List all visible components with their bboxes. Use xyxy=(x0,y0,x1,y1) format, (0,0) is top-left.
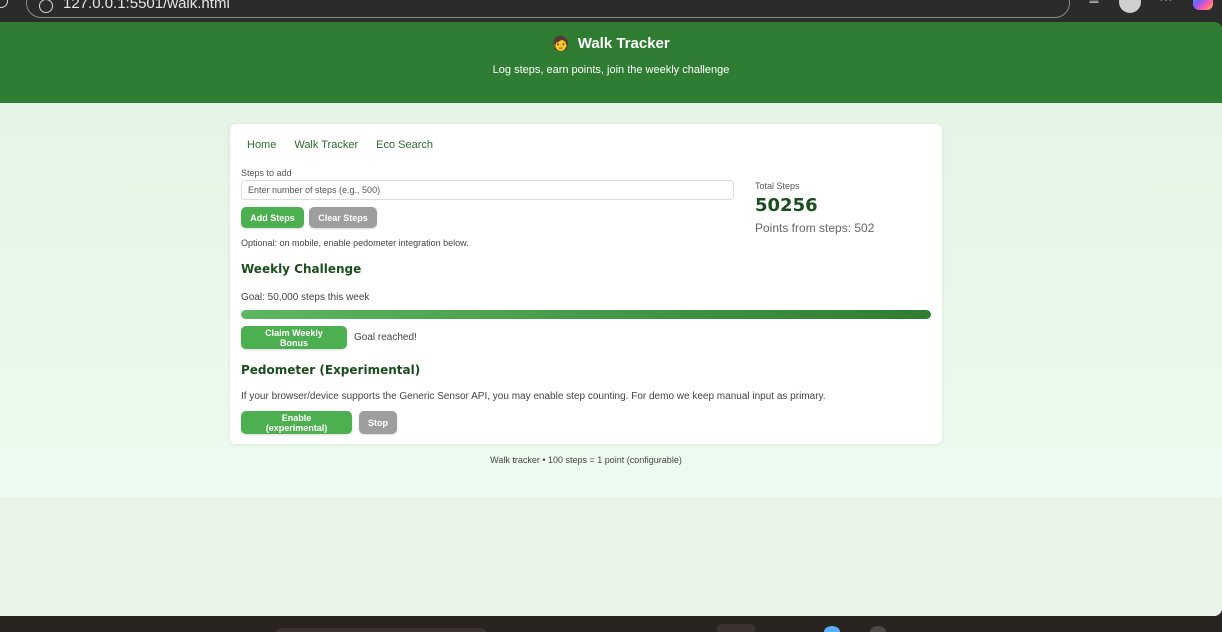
weekly-goal-text: Goal: 50,000 steps this week xyxy=(241,292,370,303)
taskbar-app-icon[interactable] xyxy=(824,626,840,632)
browser-toolbar: 127.0.0.1:5501/walk.html ⌕ A ☆ ≡ ⋯ xyxy=(0,0,1222,22)
taskbar-app-icon[interactable] xyxy=(870,626,886,632)
total-steps-label: Total Steps xyxy=(755,181,800,191)
goal-status-text: Goal reached! xyxy=(354,332,417,343)
weekly-challenge-heading: Weekly Challenge xyxy=(241,262,362,276)
nav-walk-tracker[interactable]: Walk Tracker xyxy=(294,139,358,151)
steps-label: Steps to add xyxy=(241,168,292,178)
steps-input[interactable] xyxy=(241,180,734,200)
pedometer-heading: Pedometer (Experimental) xyxy=(241,363,421,377)
site-header: 🧑 Walk Tracker Log steps, earn points, jo… xyxy=(0,22,1222,103)
favorites-list-icon[interactable]: ≡ xyxy=(1086,0,1102,8)
tracker-card: Home Walk Tracker Eco Search Steps to ad… xyxy=(230,124,942,444)
nav-menu: Home Walk Tracker Eco Search xyxy=(247,139,451,151)
taskbar-search-box[interactable] xyxy=(275,628,487,632)
taskbar xyxy=(0,616,1222,632)
footer-note: Walk tracker • 100 steps = 1 point (conf… xyxy=(490,455,682,465)
walking-person-icon: 🧑 xyxy=(552,35,570,51)
url-text[interactable]: 127.0.0.1:5501/walk.html xyxy=(63,0,230,12)
weekly-progress-bar xyxy=(241,310,931,319)
profile-avatar[interactable] xyxy=(1119,0,1141,13)
copilot-icon[interactable] xyxy=(1193,0,1213,10)
total-steps-value: 50256 xyxy=(755,195,818,216)
page-viewport: 🧑 Walk Tracker Log steps, earn points, jo… xyxy=(0,22,1222,616)
clear-steps-button[interactable]: Clear Steps xyxy=(309,207,377,228)
site-info-icon[interactable] xyxy=(39,0,53,13)
stop-pedometer-button[interactable]: Stop xyxy=(359,411,397,434)
nav-home[interactable]: Home xyxy=(247,139,276,151)
nav-eco-search[interactable]: Eco Search xyxy=(376,139,433,151)
address-bar[interactable]: 127.0.0.1:5501/walk.html ⌕ A ☆ xyxy=(26,0,1070,18)
site-title: 🧑 Walk Tracker xyxy=(0,22,1222,52)
claim-weekly-bonus-button[interactable]: Claim Weekly Bonus xyxy=(241,326,347,349)
add-steps-button[interactable]: Add Steps xyxy=(241,207,304,228)
points-from-steps: Points from steps: 502 xyxy=(755,221,875,235)
optional-note: Optional: on mobile, enable pedometer in… xyxy=(241,238,469,248)
reload-icon[interactable] xyxy=(0,0,8,8)
more-menu-icon[interactable]: ⋯ xyxy=(1158,0,1174,8)
site-subtitle: Log steps, earn points, join the weekly … xyxy=(492,64,730,76)
pedometer-note: If your browser/device supports the Gene… xyxy=(241,391,826,402)
site-title-text: Walk Tracker xyxy=(577,35,670,52)
taskbar-app-icon[interactable] xyxy=(717,624,755,632)
weekly-progress-fill xyxy=(241,310,931,319)
page-blank-area xyxy=(0,497,1222,616)
enable-pedometer-button[interactable]: Enable (experimental) xyxy=(241,411,352,434)
main-area: Home Walk Tracker Eco Search Steps to ad… xyxy=(0,103,1222,497)
